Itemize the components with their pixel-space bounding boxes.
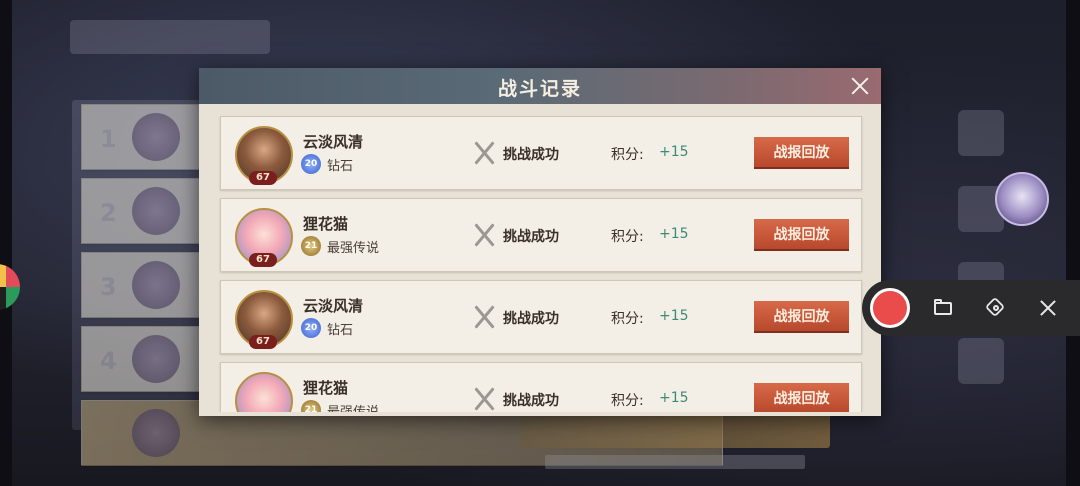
player-avatar <box>235 372 293 412</box>
score-value: +15 <box>659 308 689 324</box>
player-rank: 钻石 <box>327 323 354 338</box>
rank-badge-icon: 20 <box>301 318 321 338</box>
player-level: 67 <box>249 253 277 267</box>
player-level: 67 <box>249 335 277 349</box>
battle-result: 挑战成功 <box>503 147 559 163</box>
player-rank: 最强传说 <box>327 401 379 412</box>
battle-result: 挑战成功 <box>503 311 559 327</box>
right-edge <box>1066 0 1080 486</box>
player-name: 狸花猫 <box>303 379 349 397</box>
record-row: 67 云淡风清 20 钻石 挑战成功 积分: +15 战报回放 <box>220 116 862 190</box>
background-side-buttons <box>950 110 1010 410</box>
recorder-close-icon[interactable] <box>1038 298 1058 318</box>
replay-button[interactable]: 战报回放 <box>754 137 849 167</box>
record-list[interactable]: 67 云淡风清 20 钻石 挑战成功 积分: +15 战报回放 67 狸花猫 21 最强传说 挑战成功积… <box>211 112 869 412</box>
player-level: 67 <box>249 171 277 185</box>
background-top-bar <box>70 20 270 54</box>
crossed-swords-icon <box>471 221 497 249</box>
player-name: 云淡风清 <box>303 133 364 151</box>
score-value: +15 <box>659 226 689 242</box>
background-bottom-button <box>520 412 830 448</box>
score-label: 积分: <box>611 229 644 245</box>
screen-recorder-toolbar <box>862 280 1080 336</box>
score-label: 积分: <box>611 311 644 327</box>
dialog-header: 战斗记录 <box>199 68 881 104</box>
floating-avatar-icon[interactable] <box>995 172 1049 226</box>
player-name: 狸花猫 <box>303 215 349 233</box>
record-row: 67 狸花猫 21 最强传说 挑战成功 积分: +15 战报回放 <box>220 198 862 272</box>
folder-icon[interactable] <box>934 298 954 318</box>
score-label: 积分: <box>611 393 644 409</box>
player-rank: 钻石 <box>327 159 354 174</box>
settings-icon[interactable] <box>986 298 1006 318</box>
score-label: 积分: <box>611 147 644 163</box>
rank-badge-icon: 20 <box>301 154 321 174</box>
record-row: 67 云淡风清 20 钻石 挑战成功 积分: +15 战报回放 <box>220 280 862 354</box>
score-value: +15 <box>659 390 689 406</box>
rank-badge-icon: 21 <box>301 236 321 256</box>
score-value: +15 <box>659 144 689 160</box>
crossed-swords-icon <box>471 385 497 412</box>
replay-button[interactable]: 战报回放 <box>754 301 849 331</box>
background-ranking-panel: 1 2 3 4 <box>72 100 723 466</box>
left-edge <box>0 0 12 486</box>
battle-result: 挑战成功 <box>503 393 559 409</box>
replay-button[interactable]: 战报回放 <box>754 219 849 249</box>
player-rank: 最强传说 <box>327 241 380 256</box>
rank-badge-icon: 21 <box>301 400 321 412</box>
battle-record-dialog: 战斗记录 67 云淡风清 20 钻石 挑战成功 积分: +15 战报回放 67 狸花猫 21 最强传说… <box>199 68 881 416</box>
record-row: 67狸花猫21最强传说挑战成功积分:+15战报回放 <box>220 362 862 412</box>
battle-result: 挑战成功 <box>503 229 559 245</box>
replay-button[interactable]: 战报回放 <box>754 383 849 412</box>
close-icon[interactable] <box>849 75 871 97</box>
player-name: 云淡风清 <box>303 297 364 315</box>
record-icon[interactable] <box>870 288 910 328</box>
crossed-swords-icon <box>471 303 497 331</box>
background-bottom-text <box>545 455 805 469</box>
dialog-title: 战斗记录 <box>497 78 582 100</box>
crossed-swords-icon <box>471 139 497 167</box>
